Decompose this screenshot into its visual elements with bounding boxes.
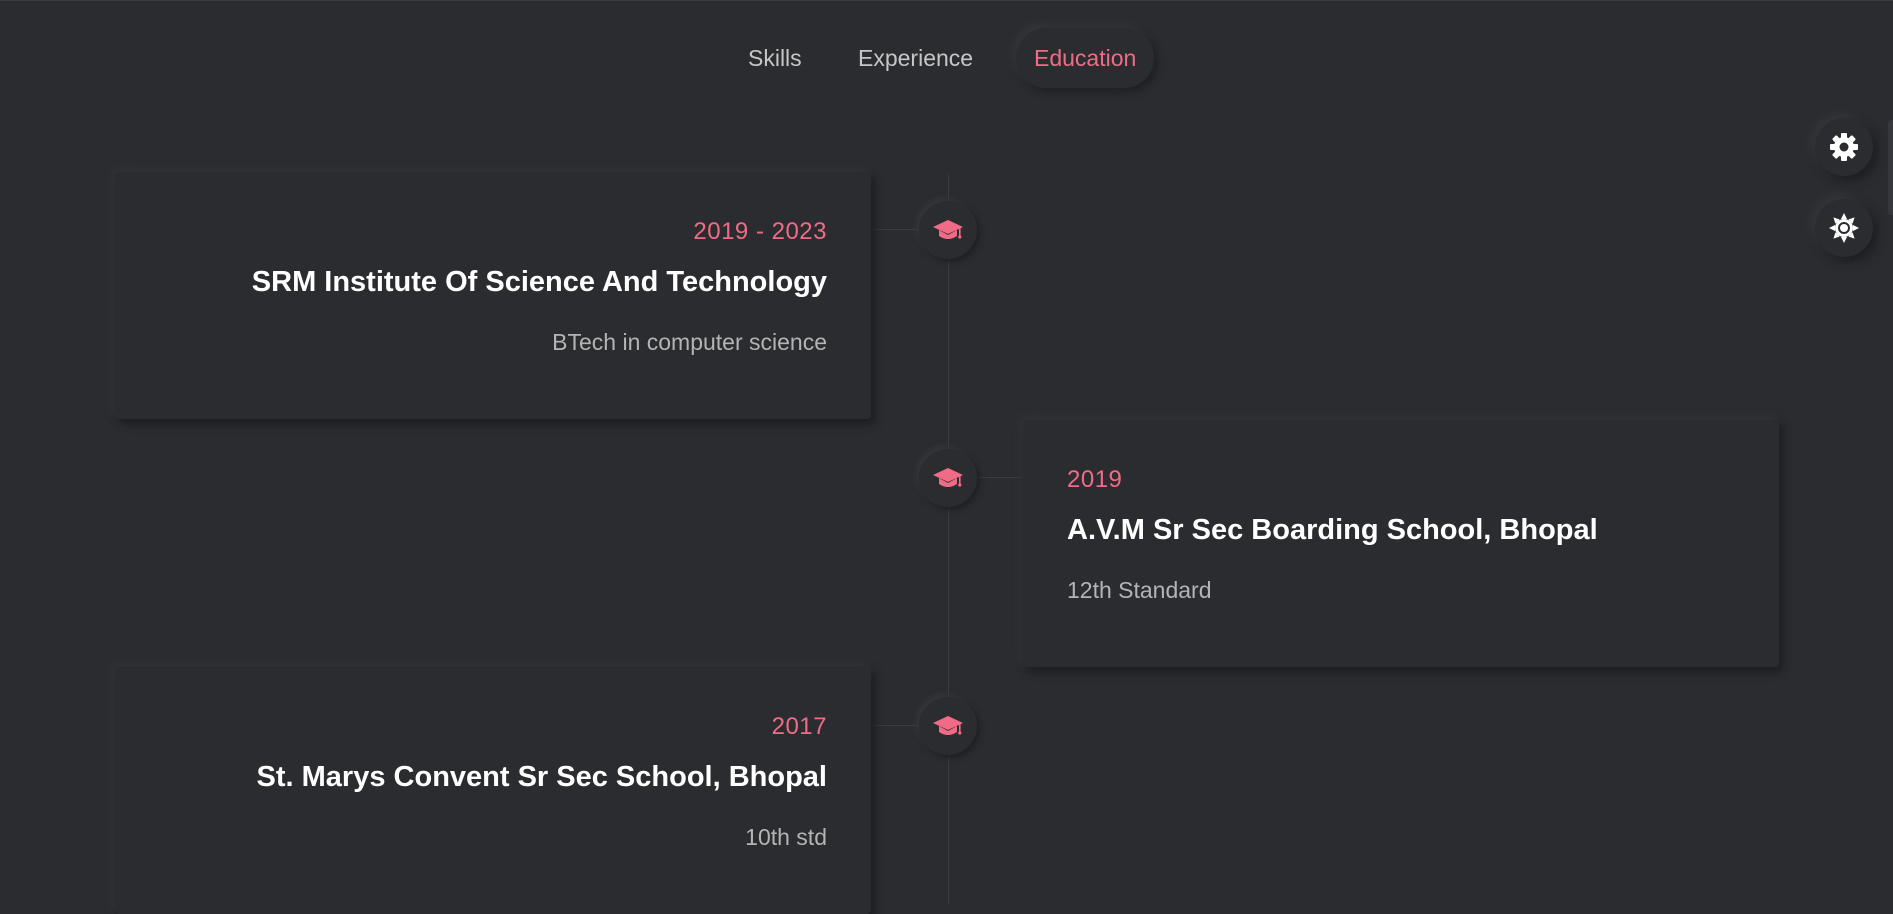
graduation-cap-icon <box>933 468 963 487</box>
timeline-line <box>948 175 949 904</box>
degree-label: BTech in computer science <box>552 329 827 355</box>
top-divider <box>0 0 1893 1</box>
timeline-node <box>919 697 977 755</box>
tab-education[interactable]: Education <box>1016 28 1155 88</box>
theme-toggle-button[interactable] <box>1815 199 1873 257</box>
education-card: 2019 - 2023 SRM Institute Of Science And… <box>115 172 871 419</box>
gear-icon <box>1830 133 1858 161</box>
institution-name: SRM Institute Of Science And Technology <box>251 266 827 298</box>
scroll-edge <box>1888 120 1893 215</box>
degree-label: 10th std <box>745 824 827 850</box>
education-card: 2019 A.V.M Sr Sec Boarding School, Bhopa… <box>1023 420 1779 667</box>
tab-experience[interactable]: Experience <box>840 28 991 88</box>
settings-button[interactable] <box>1815 118 1873 176</box>
timeline-connector <box>872 725 920 726</box>
institution-name: St. Marys Convent Sr Sec School, Bhopal <box>256 761 827 793</box>
education-date: 2017 <box>771 713 827 740</box>
timeline-node <box>919 201 977 259</box>
timeline-node <box>919 449 977 507</box>
section-tabs: Skills Experience Education <box>0 28 1893 88</box>
education-card: 2017 St. Marys Convent Sr Sec School, Bh… <box>115 667 871 914</box>
graduation-cap-icon <box>933 220 963 239</box>
institution-name: A.V.M Sr Sec Boarding School, Bhopal <box>1067 514 1598 546</box>
graduation-cap-icon <box>933 716 963 735</box>
degree-label: 12th Standard <box>1067 577 1212 603</box>
tab-skills[interactable]: Skills <box>730 28 820 88</box>
timeline-connector <box>872 229 920 230</box>
timeline-connector <box>976 477 1024 478</box>
education-date: 2019 <box>1067 466 1123 493</box>
education-date: 2019 - 2023 <box>693 218 827 245</box>
sun-icon <box>1829 213 1859 243</box>
